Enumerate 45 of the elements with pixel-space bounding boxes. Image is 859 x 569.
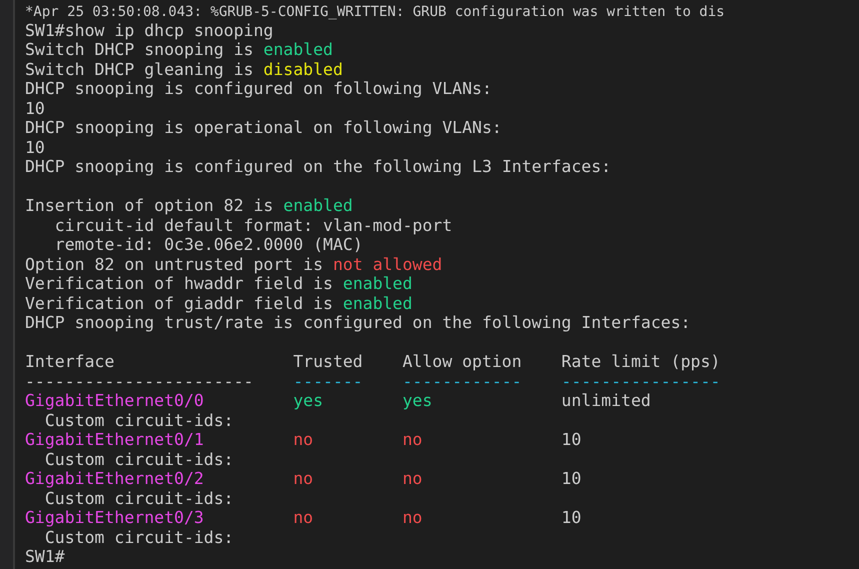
table-cell: unlimited: [561, 391, 651, 410]
output-line: DHCP snooping trust/rate is configured on the following Interfaces:: [25, 313, 691, 332]
table-cell: GigabitEthernet0/1: [25, 430, 204, 449]
output-line: DHCP snooping is operational on following VLANs:: [25, 118, 502, 137]
table-cell: GigabitEthernet0/3: [25, 508, 204, 527]
column-header: Rate limit (pps): [561, 352, 720, 371]
table-cell: no: [402, 430, 422, 449]
output-line: SW1#show ip dhcp snooping: [25, 20, 274, 40]
header-rule: -----------------------: [25, 372, 254, 390]
column-header: Allow option: [402, 352, 522, 371]
output-line: 10: [25, 98, 45, 118]
output-line: DHCP snooping is configured on the following L3 Interfaces:: [25, 157, 612, 176]
table-cell: no: [293, 430, 314, 449]
table-cell: 10: [561, 430, 582, 449]
output-line: Custom circuit-ids:: [44, 488, 234, 508]
command-prompt: SW1#: [25, 547, 65, 566]
column-header: Interface: [25, 352, 114, 371]
column-header: Trusted: [293, 352, 363, 371]
table-cell: 10: [561, 469, 582, 488]
header-rule: -------: [293, 372, 363, 390]
output-line: Verification of giaddr field is enabled: [25, 294, 412, 312]
output-line: circuit-id default format: vlan-mod-port: [54, 216, 452, 234]
table-cell: no: [402, 469, 422, 488]
output-line: Custom circuit-ids:: [44, 450, 234, 468]
table-cell: GigabitEthernet0/2: [25, 469, 204, 488]
output-line: remote-id: 0c3e.06e2.0000 (MAC): [54, 235, 363, 254]
table-cell: GigabitEthernet0/0: [25, 391, 204, 410]
output-line: Switch DHCP snooping is enabled: [25, 40, 333, 59]
output-line: Custom circuit-ids:: [44, 410, 234, 430]
output-line: 10: [25, 138, 45, 156]
table-cell: yes: [293, 391, 324, 410]
output-line: Option 82 on untrusted port is not allowed: [25, 254, 442, 274]
table-cell: no: [402, 508, 422, 527]
table-cell: yes: [402, 391, 432, 410]
output-line: Custom circuit-ids:: [44, 528, 234, 546]
header-rule: ------------: [402, 372, 522, 390]
output-line: Switch DHCP gleaning is disabled: [25, 60, 343, 78]
table-cell: 10: [561, 508, 582, 527]
table-cell: no: [293, 508, 314, 527]
log-message: *Apr 25 03:50:08.043: %GRUB-5-CONFIG_WRITTEN: GRUB configuration was written to dis: [25, 4, 725, 20]
output-line: Verification of hwaddr field is enabled: [25, 274, 412, 293]
table-cell: no: [293, 469, 314, 488]
header-rule: ----------------: [561, 372, 720, 390]
output-line: Insertion of option 82 is enabled: [25, 196, 353, 215]
output-line: DHCP snooping is configured on following VLANs:: [25, 79, 492, 98]
